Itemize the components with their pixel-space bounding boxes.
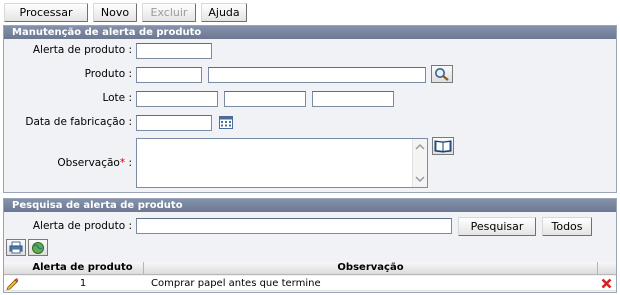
scroll-down-icon[interactable]	[415, 176, 425, 183]
grid-header-delete-spacer	[598, 262, 616, 275]
lote-label: Lote :	[102, 92, 132, 104]
pencil-icon[interactable]	[6, 277, 19, 290]
maintenance-panel: Manutenção de alerta de produto Alerta d…	[3, 25, 617, 193]
data-fabricacao-label: Data de fabricação :	[25, 116, 132, 128]
search-alerta-label: Alerta de produto :	[32, 220, 132, 232]
calendar-icon[interactable]	[218, 114, 234, 130]
ajuda-button[interactable]: Ajuda	[201, 3, 247, 22]
todos-button[interactable]: Todos	[542, 217, 592, 236]
processar-button[interactable]: Processar	[4, 3, 88, 22]
grid-header-observacao: Observação	[144, 262, 598, 275]
observacao-label-suffix: :	[125, 157, 132, 169]
export-button[interactable]	[28, 239, 48, 256]
pesquisar-button[interactable]: Pesquisar	[458, 217, 536, 236]
book-icon	[434, 140, 452, 153]
delete-icon[interactable]	[601, 278, 612, 289]
observacao-label: Observação* :	[4, 157, 132, 169]
produto-label: Produto :	[84, 68, 132, 80]
lote-input-3[interactable]	[312, 91, 394, 107]
printer-icon	[9, 241, 23, 254]
main-toolbar: Processar Novo Excluir Ajuda	[4, 3, 247, 22]
search-panel-title: Pesquisa de alerta de produto	[4, 199, 616, 212]
observacao-scrollbar[interactable]	[412, 139, 427, 187]
table-row[interactable]: 1 Comprar papel antes que termine	[4, 276, 616, 291]
search-alerta-input[interactable]	[136, 218, 452, 234]
produto-desc-input[interactable]	[208, 67, 426, 83]
maintenance-panel-title: Manutenção de alerta de produto	[4, 26, 616, 39]
observacao-book-button[interactable]	[432, 137, 454, 155]
print-button[interactable]	[6, 239, 26, 256]
globe-icon	[32, 241, 44, 254]
produto-search-button[interactable]	[431, 65, 453, 83]
grid-cell-alerta: 1	[79, 278, 87, 289]
observacao-label-text: Observação	[57, 157, 120, 169]
observacao-textarea[interactable]	[136, 138, 428, 188]
alerta-input[interactable]	[136, 43, 212, 59]
alerta-label: Alerta de produto :	[32, 44, 132, 56]
excluir-button[interactable]: Excluir	[142, 3, 196, 22]
search-panel: Pesquisa de alerta de produto Alerta de …	[3, 198, 617, 293]
lote-input-1[interactable]	[136, 91, 218, 107]
data-fabricacao-input[interactable]	[136, 115, 212, 131]
lote-input-2[interactable]	[224, 91, 306, 107]
scroll-up-icon[interactable]	[415, 143, 425, 150]
grid-header-alerta: Alerta de produto	[22, 262, 144, 275]
novo-button[interactable]: Novo	[93, 3, 137, 22]
grid-cell-observacao: Comprar papel antes que termine	[151, 278, 321, 289]
produto-code-input[interactable]	[136, 67, 202, 83]
magnifier-icon	[435, 68, 449, 81]
